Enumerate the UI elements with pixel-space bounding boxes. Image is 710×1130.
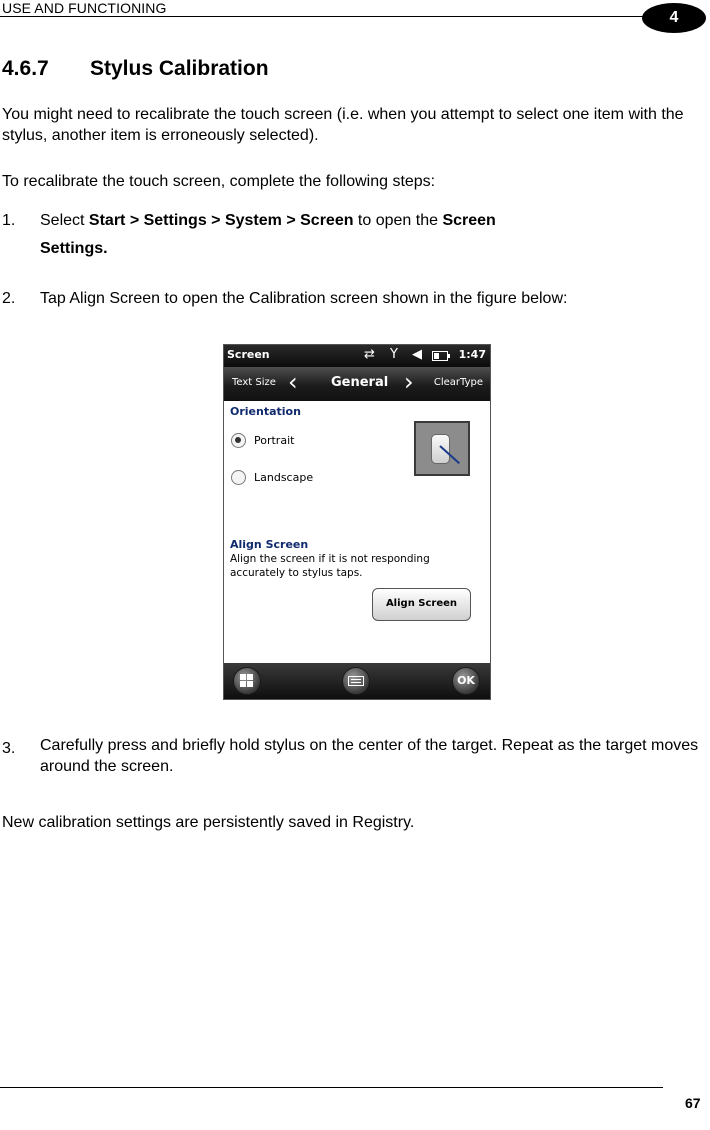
step-number: 2. [2,290,16,307]
status-title: Screen [227,348,270,361]
orientation-heading: Orientation [230,405,301,418]
running-header: USE AND FUNCTIONING [2,0,167,16]
tab-text-size[interactable]: Text Size [232,377,276,388]
keyboard-shape [348,676,364,686]
device-preview-icon [431,434,450,464]
step-text-mid: to open the [353,212,443,229]
section-number: 4.6.7 [2,57,49,80]
align-description-1: Align the screen if it is not responding [230,553,430,565]
align-description-2: accurately to stylus taps. [230,567,363,579]
device-screenshot: Screen ⇄ Y ◀ 1:47 Text Size ‹ General › … [223,344,491,700]
step-text: Select Start > Settings > System > Scree… [40,207,496,235]
windows-logo-shape [240,674,253,687]
portrait-label[interactable]: Portrait [254,434,294,447]
step-2: 2. Tap Align Screen to open the Calibrat… [2,285,702,313]
orientation-preview [414,421,470,476]
portrait-radio[interactable] [231,433,246,448]
signal-off-icon: Y [390,347,398,362]
chapter-badge: 4 [642,3,706,33]
ok-button[interactable]: OK [452,667,480,695]
step-text: Tap Align Screen to open the Calibration… [40,290,568,307]
section-heading: 4.6.7 Stylus Calibration [2,57,269,81]
softkey-bar: OK [224,663,490,699]
target-name: Screen [442,212,496,229]
lead-paragraph: To recalibrate the touch screen, complet… [2,173,436,190]
step-number: 1. [2,212,16,229]
step-3: 3. Carefully press and briefly hold styl… [2,731,710,781]
tab-cleartype[interactable]: ClearType [434,377,483,388]
step-text-pre: Select [40,212,89,229]
step-text: Carefully press and briefly hold stylus … [40,737,699,775]
step-1: 1. Select Start > Settings > System > Sc… [2,207,702,267]
landscape-label[interactable]: Landscape [254,471,313,484]
clock: 1:47 [458,348,486,361]
footer-rule [0,1087,663,1088]
closing-paragraph: New calibration settings are persistentl… [2,814,415,831]
volume-mute-icon: ◀ [412,347,422,362]
align-heading: Align Screen [230,538,309,551]
menu-path: Start > Settings > System > Screen [88,212,354,229]
tab-strip: Text Size ‹ General › ClearType [224,367,490,401]
windows-logo-icon[interactable] [233,667,261,695]
section-title: Stylus Calibration [90,57,269,80]
keyboard-icon[interactable] [342,667,370,695]
tab-general[interactable]: General [331,375,388,390]
battery-icon [432,350,450,365]
page-number: 67 [685,1095,701,1111]
chevron-right-icon[interactable]: › [404,370,414,394]
step-number: 3. [2,740,16,757]
settings-body: Orientation Portrait Landscape Align Scr… [224,401,490,663]
intro-paragraph: You might need to recalibrate the touch … [2,106,684,144]
align-screen-button[interactable]: Align Screen [372,588,471,621]
battery-shape [432,351,450,361]
chevron-left-icon[interactable]: ‹ [288,370,298,394]
sync-icon: ⇄ [364,347,375,362]
header-rule [0,16,645,17]
target-name-cont: Settings. [40,240,108,257]
status-bar: Screen ⇄ Y ◀ 1:47 [224,345,490,367]
landscape-radio[interactable] [231,470,246,485]
